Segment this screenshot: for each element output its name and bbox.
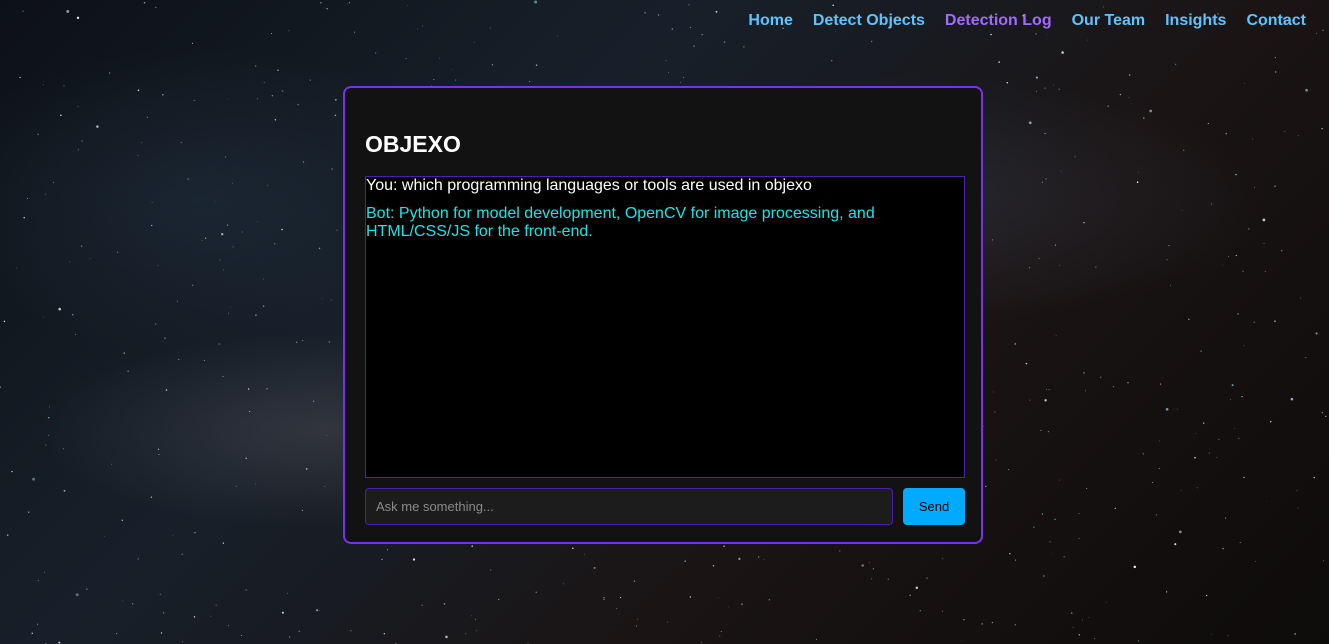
chatbot-title: OBJEXO bbox=[365, 131, 461, 157]
top-nav: Home Detect Objects Detection Log Our Te… bbox=[748, 11, 1306, 31]
chatbot-panel: OBJEXO You: which programming languages … bbox=[343, 86, 983, 544]
nav-detection-log-link[interactable]: Detection Log bbox=[945, 11, 1052, 31]
nav-detect-objects-link[interactable]: Detect Objects bbox=[813, 11, 925, 31]
send-button[interactable]: Send bbox=[903, 488, 965, 525]
nav-contact-link[interactable]: Contact bbox=[1246, 11, 1306, 31]
nav-insights-link[interactable]: Insights bbox=[1165, 11, 1226, 31]
chat-log[interactable]: You: which programming languages or tool… bbox=[365, 176, 965, 478]
nav-our-team-link[interactable]: Our Team bbox=[1072, 11, 1146, 31]
user-message: You: which programming languages or tool… bbox=[366, 177, 812, 194]
nav-home-link[interactable]: Home bbox=[748, 11, 792, 31]
bot-message: Bot: Python for model development, OpenC… bbox=[366, 205, 875, 240]
chat-input[interactable] bbox=[365, 488, 893, 525]
